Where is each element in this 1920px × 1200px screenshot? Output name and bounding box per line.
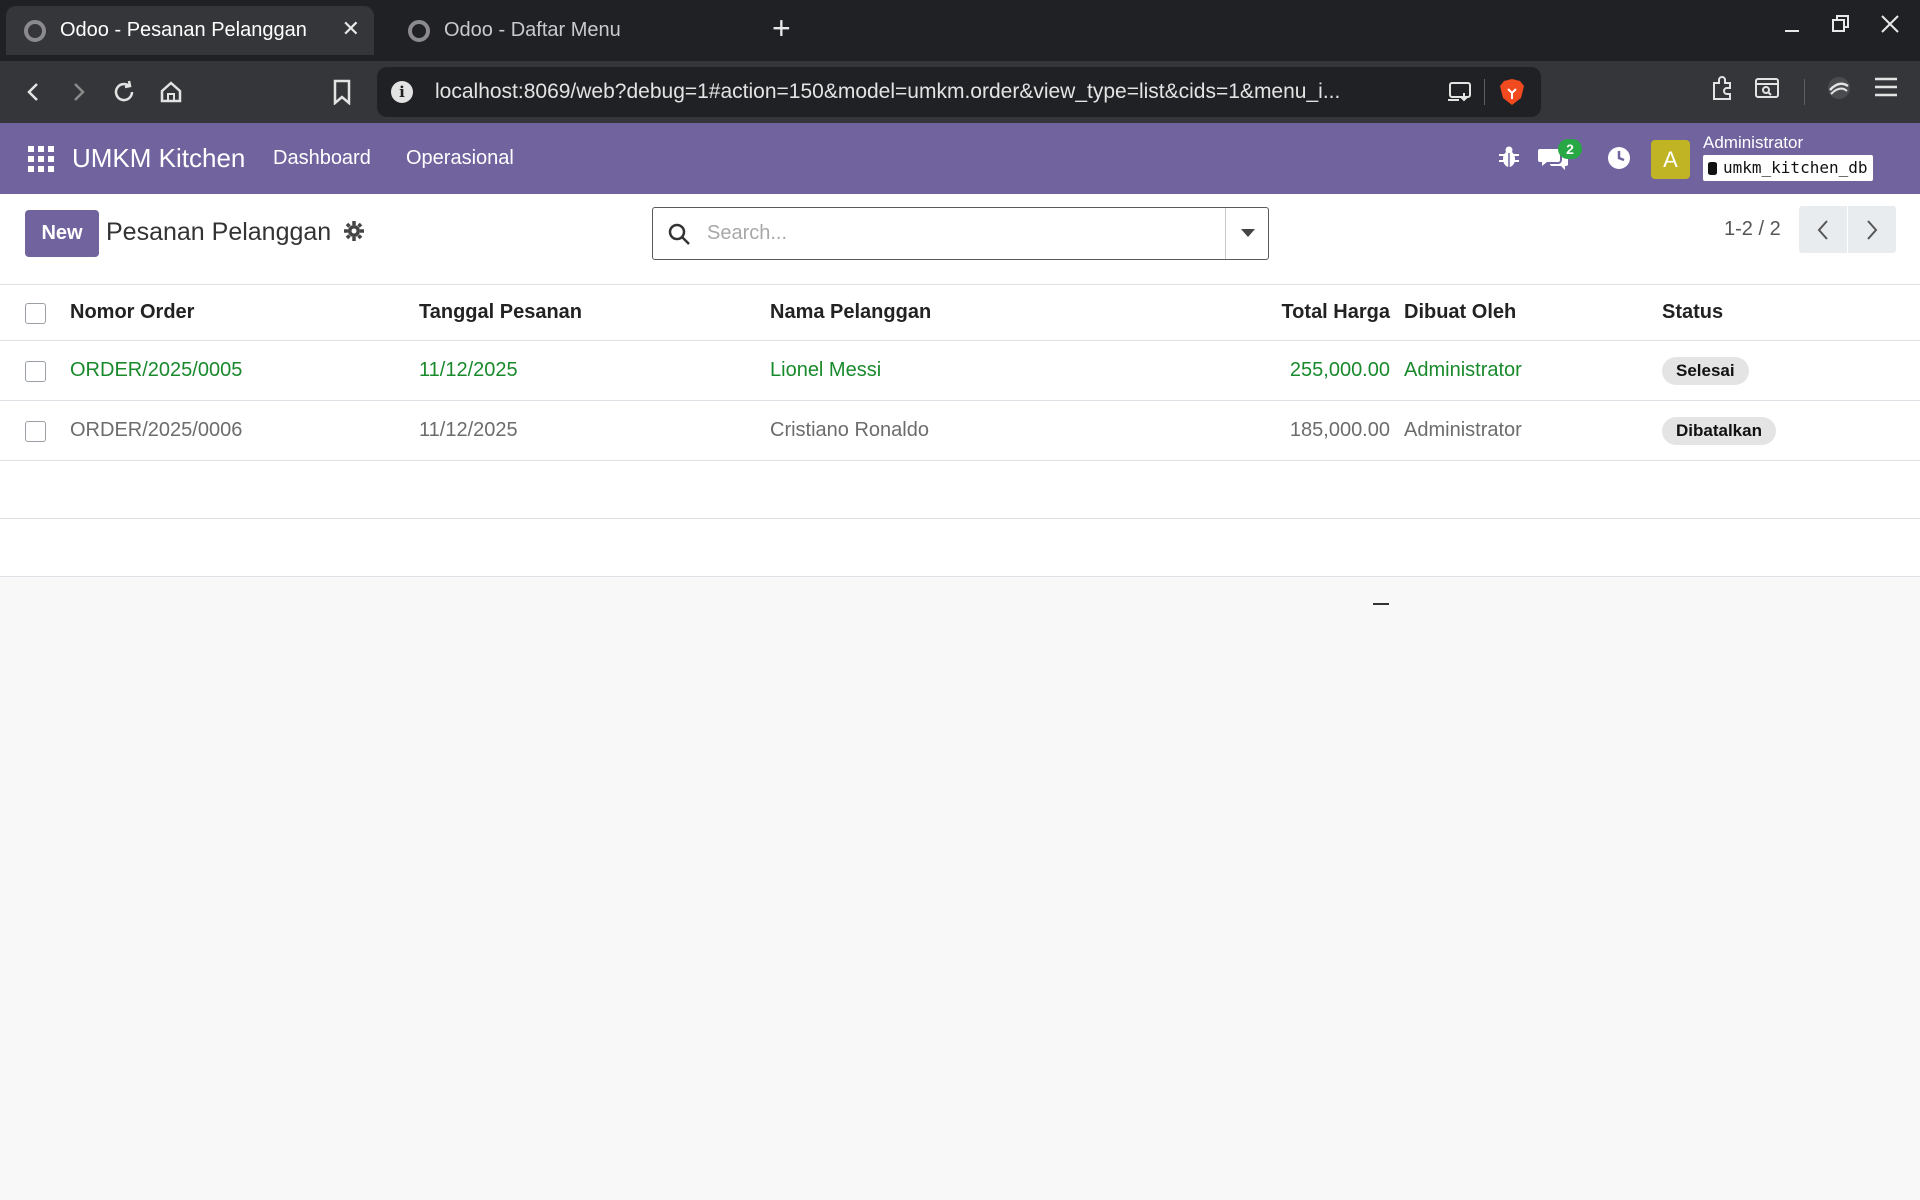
browser-tab-bar: Odoo - Pesanan Pelanggan ✕ Odoo - Daftar…: [0, 0, 1920, 61]
empty-row: [0, 461, 1920, 519]
odoo-favicon-icon: [408, 19, 430, 42]
search-divider: [1225, 208, 1226, 259]
row-checkbox[interactable]: [25, 420, 46, 442]
search-bar[interactable]: Search...: [652, 207, 1269, 260]
pager-value[interactable]: 1-2 / 2: [1724, 218, 1781, 241]
table-row[interactable]: ORDER/2025/0006 11/12/2025 Cristiano Ron…: [0, 401, 1920, 461]
address-bar-divider: [1484, 79, 1485, 105]
tab-pesanan-pelanggan[interactable]: Odoo - Pesanan Pelanggan ✕: [6, 6, 374, 55]
address-bar[interactable]: i localhost:8069/web?debug=1#action=150&…: [377, 67, 1541, 117]
tab-title: Odoo - Pesanan Pelanggan: [60, 19, 307, 41]
cell-tanggal-pesanan: 11/12/2025: [419, 419, 518, 441]
order-list-table: Nomor Order Tanggal Pesanan Nama Pelangg…: [0, 285, 1920, 577]
user-name[interactable]: Administrator: [1703, 133, 1803, 153]
new-button[interactable]: New: [25, 210, 99, 257]
extensions-icon[interactable]: [1709, 74, 1737, 107]
table-header-row: Nomor Order Tanggal Pesanan Nama Pelangg…: [0, 285, 1920, 341]
site-info-icon[interactable]: i: [391, 81, 413, 103]
column-header-status[interactable]: Status: [1662, 285, 1723, 340]
column-header-nomor-order[interactable]: Nomor Order: [70, 285, 194, 340]
column-header-dibuat-oleh[interactable]: Dibuat Oleh: [1404, 285, 1516, 340]
column-header-tanggal-pesanan[interactable]: Tanggal Pesanan: [419, 285, 582, 340]
url-text[interactable]: localhost:8069/web?debug=1#action=150&mo…: [435, 80, 1435, 104]
browser-toolbar: i localhost:8069/web?debug=1#action=150&…: [0, 61, 1920, 123]
reader-mode-icon[interactable]: [1753, 74, 1781, 107]
column-header-nama-pelanggan[interactable]: Nama Pelanggan: [770, 285, 931, 340]
toolbar-divider: [1804, 79, 1805, 105]
select-all-checkbox[interactable]: [25, 302, 46, 324]
pager-previous-button[interactable]: [1799, 206, 1847, 253]
bookmark-icon[interactable]: [324, 74, 360, 110]
pager-next-button[interactable]: [1848, 206, 1896, 253]
column-header-total-harga[interactable]: Total Harga: [1180, 285, 1390, 340]
wallet-icon[interactable]: [1825, 74, 1853, 107]
cell-total-harga: 185,000.00: [1289, 419, 1390, 441]
activity-clock-icon[interactable]: [1606, 145, 1632, 176]
database-badge: umkm_kitchen_db: [1703, 155, 1873, 181]
page-title: Pesanan Pelanggan: [106, 218, 332, 246]
odoo-favicon-icon: [24, 19, 46, 42]
menu-dashboard[interactable]: Dashboard: [273, 147, 371, 170]
cast-icon[interactable]: [1447, 80, 1473, 109]
cell-nomor-order: ORDER/2025/0006: [70, 419, 243, 441]
chevron-left-icon: [1817, 219, 1828, 240]
table-row[interactable]: ORDER/2025/0005 11/12/2025 Lionel Messi …: [0, 341, 1920, 401]
database-name: umkm_kitchen_db: [1723, 158, 1868, 177]
status-badge: Dibatalkan: [1662, 416, 1776, 445]
close-window-icon[interactable]: [1880, 14, 1900, 40]
cell-nomor-order: ORDER/2025/0005: [70, 359, 243, 381]
tab-title: Odoo - Daftar Menu: [444, 19, 621, 41]
messages-count-badge: 2: [1558, 139, 1582, 159]
row-checkbox[interactable]: [25, 360, 46, 382]
close-tab-icon[interactable]: ✕: [342, 16, 360, 42]
cell-nama-pelanggan: Lionel Messi: [770, 359, 882, 381]
control-panel: New Pesanan Pelanggan Search... 1-2 / 2: [0, 194, 1920, 285]
home-icon[interactable]: [153, 74, 189, 110]
restore-window-icon[interactable]: [1831, 14, 1851, 40]
search-icon: [667, 222, 691, 251]
menu-operasional[interactable]: Operasional: [406, 147, 514, 170]
debug-bug-icon[interactable]: [1498, 145, 1520, 174]
forward-icon[interactable]: [60, 74, 96, 110]
brave-shields-icon[interactable]: [1499, 78, 1525, 111]
cell-nama-pelanggan: Cristiano Ronaldo: [770, 419, 929, 441]
tab-daftar-menu[interactable]: Odoo - Daftar Menu: [390, 6, 758, 55]
cell-dibuat-oleh: Administrator: [1404, 419, 1522, 441]
gear-icon[interactable]: [343, 220, 365, 247]
list-footer-total-dash: [1373, 603, 1389, 605]
reload-icon[interactable]: [106, 74, 142, 110]
new-tab-button[interactable]: +: [772, 12, 791, 44]
cell-dibuat-oleh: Administrator: [1404, 359, 1522, 381]
cell-status: Selesai: [1662, 341, 1749, 400]
back-icon[interactable]: [16, 74, 52, 110]
cell-status: Dibatalkan: [1662, 401, 1776, 460]
search-input[interactable]: Search...: [707, 222, 787, 245]
database-icon: [1708, 161, 1717, 175]
search-options-dropdown-icon[interactable]: [1241, 229, 1255, 237]
browser-menu-icon[interactable]: [1873, 74, 1899, 105]
user-avatar[interactable]: A: [1651, 140, 1690, 179]
app-brand[interactable]: UMKM Kitchen: [72, 143, 245, 174]
cell-total-harga: 255,000.00: [1289, 359, 1390, 381]
empty-row: [0, 519, 1920, 577]
app-menu-grid-icon[interactable]: [28, 146, 54, 172]
cell-tanggal-pesanan: 11/12/2025: [419, 359, 518, 381]
status-badge: Selesai: [1662, 356, 1749, 385]
minimize-window-icon[interactable]: [1782, 14, 1802, 40]
chevron-right-icon: [1867, 219, 1878, 240]
odoo-main-navbar: UMKM Kitchen Dashboard Operasional 2 A A…: [0, 123, 1920, 194]
